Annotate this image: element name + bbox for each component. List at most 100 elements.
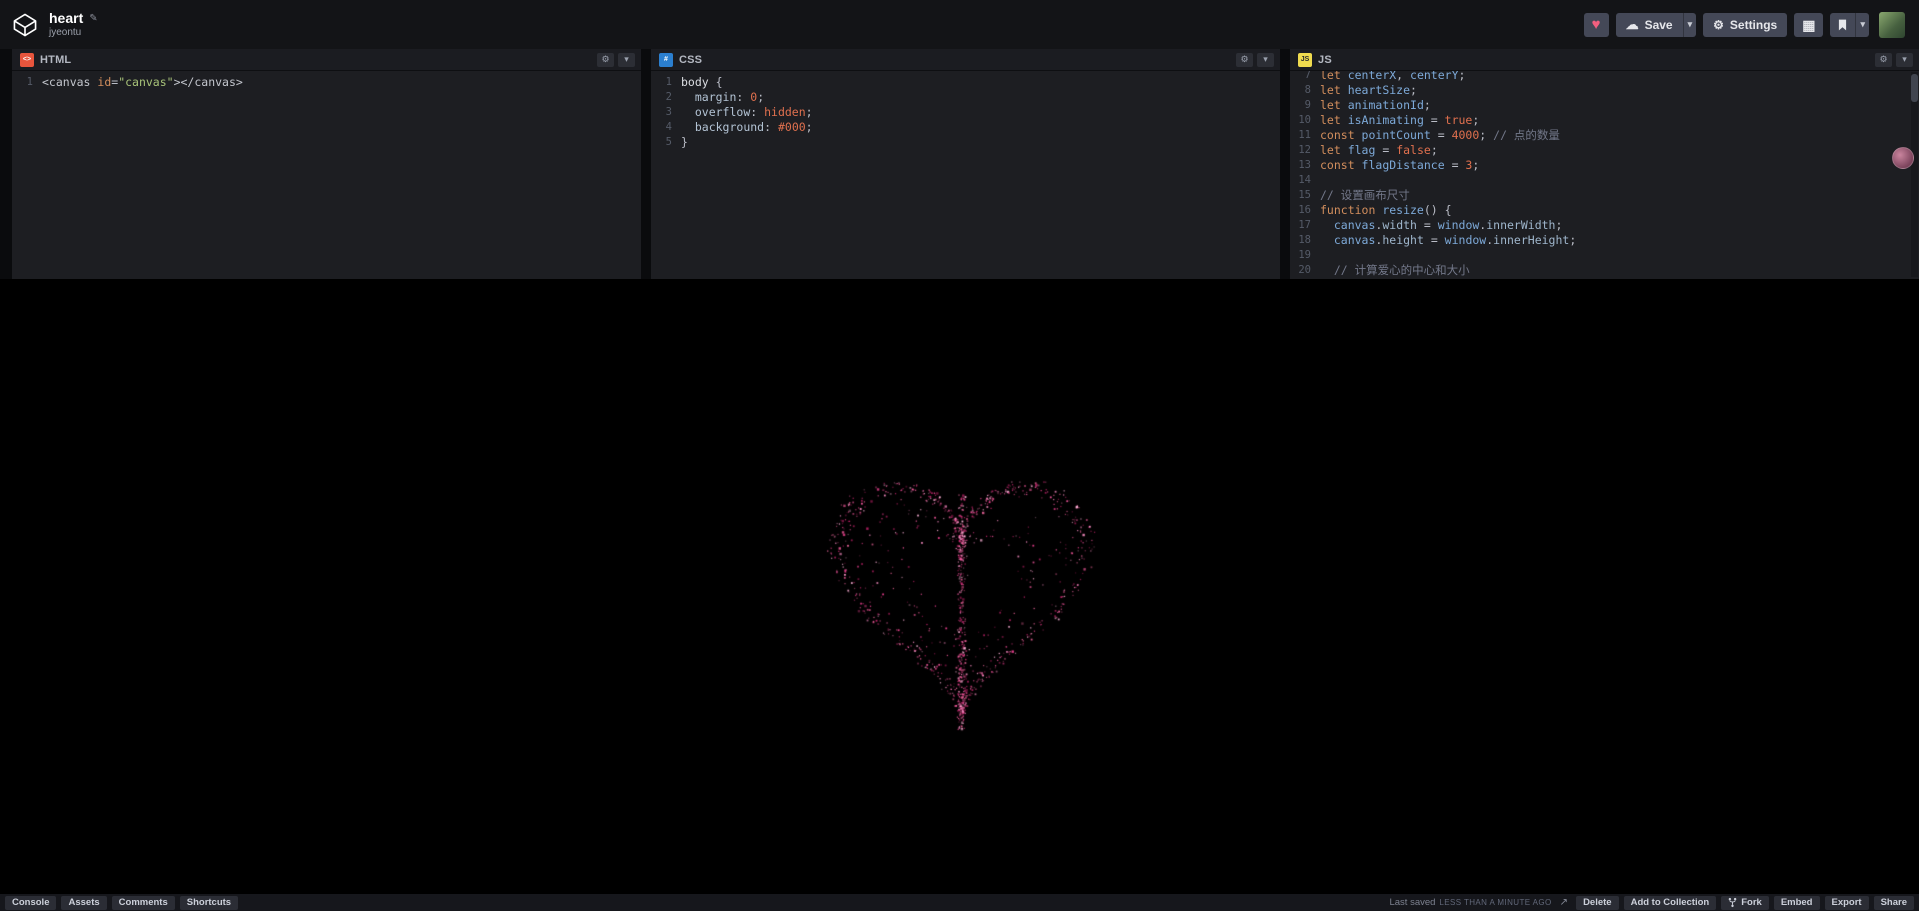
settings-label: Settings [1729,17,1778,32]
settings-button[interactable]: ⚙ Settings [1703,12,1788,37]
css-panel-title: CSS [679,53,703,66]
code-line[interactable]: canvas.height = window.innerHeight; [1320,233,1919,248]
code-line[interactable]: body { [681,75,1280,90]
code-line[interactable]: margin: 0; [681,90,1280,105]
embed-button[interactable]: Embed [1773,895,1820,910]
codepen-logo-icon[interactable] [12,12,38,38]
code-line[interactable]: const pointCount = 4000; // 点的数量 [1320,128,1919,143]
save-dropdown-button[interactable]: ▾ [1682,12,1697,37]
html-panel-actions: ⚙ ▾ [597,52,635,67]
shortcuts-button[interactable]: Shortcuts [179,895,239,910]
last-saved-label: Last saved [1389,897,1436,908]
save-button[interactable]: ☁ Save [1615,12,1683,37]
header-actions: ♥ ☁ Save ▾ ⚙ Settings ▦ ▾ [1583,11,1905,38]
preview-pane [0,279,1919,893]
line-number: 20 [1298,264,1311,276]
layout-button[interactable]: ▦ [1794,12,1824,37]
line-number: 10 [1298,114,1311,126]
code-line[interactable]: let centerX, centerY; [1320,71,1919,83]
line-number: 9 [1304,99,1311,111]
line-number: 7 [1304,71,1311,81]
html-panel-title: HTML [40,53,72,66]
open-external-icon[interactable]: ↗ [1557,897,1571,908]
code-line[interactable]: overflow: hidden; [681,105,1280,120]
code-line[interactable]: // 设置画布尺寸 [1320,188,1919,203]
code-line[interactable]: function resize() { [1320,203,1919,218]
css-panel-actions: ⚙ ▾ [1236,52,1274,67]
code-line[interactable]: background: #000; [681,120,1280,135]
line-number: 13 [1298,159,1311,171]
html-collapse-button[interactable]: ▾ [618,52,635,67]
css-panel-bar: # CSS ⚙ ▾ [651,49,1280,71]
line-number: 5 [665,136,672,148]
avatar[interactable] [1879,11,1905,38]
pen-title-block: heart ✎ jyeontu [49,10,98,39]
code-line[interactable]: let heartSize; [1320,83,1919,98]
pen-author[interactable]: jyeontu [49,27,98,39]
css-code-editor[interactable]: 1 2 3 4 5 body { margin: 0; overflow: hidden;… [651,71,1280,279]
code-line[interactable]: <canvas id="canvas"></canvas> [42,75,641,90]
css-settings-button[interactable]: ⚙ [1236,52,1253,67]
last-saved-time: LESS THAN A MINUTE AGO [1439,898,1552,907]
cloud-icon: ☁ [1625,17,1639,32]
css-icon: # [659,52,673,67]
line-number: 17 [1298,219,1311,231]
add-to-collection-button[interactable]: Add to Collection [1623,895,1717,910]
fork-icon [1728,897,1737,908]
floating-widget[interactable] [1892,147,1914,169]
chevron-down-icon: ▾ [1902,54,1907,64]
gear-icon: ⚙ [1879,54,1888,64]
grid-icon: ▦ [1802,16,1816,33]
chevron-down-icon: ▾ [624,54,629,64]
line-number: 3 [665,106,672,118]
js-code-editor[interactable]: 789101112131415161718192021let centerX, … [1290,71,1919,279]
codepen-editor: heart ✎ jyeontu ♥ ☁ Save ▾ ⚙ Settings ▦ … [0,0,1919,911]
line-number: 1 [665,76,672,88]
code-line[interactable]: canvas.width = window.innerWidth; [1320,218,1919,233]
like-button[interactable]: ♥ [1583,12,1609,37]
share-button[interactable]: Share [1873,895,1914,910]
edit-title-icon[interactable]: ✎ [89,13,97,25]
js-editor-scrollbar[interactable] [1911,72,1918,277]
bookmark-button[interactable] [1830,12,1856,37]
code-line[interactable] [1320,248,1919,263]
line-number: 8 [1304,84,1311,96]
line-number: 11 [1298,129,1311,141]
chevron-down-icon: ▾ [1263,54,1268,64]
html-tab[interactable]: <> HTML [20,52,72,67]
code-line[interactable] [1320,173,1919,188]
header-left: heart ✎ jyeontu [12,10,98,39]
js-collapse-button[interactable]: ▾ [1896,52,1913,67]
line-number: 12 [1298,144,1311,156]
html-settings-button[interactable]: ⚙ [597,52,614,67]
scrollbar-thumb[interactable] [1911,74,1918,102]
bookmark-icon [1839,19,1847,30]
code-line[interactable]: let animationId; [1320,98,1919,113]
gear-icon: ⚙ [1240,54,1249,64]
bookmark-dropdown-button[interactable]: ▾ [1855,12,1869,37]
fork-label: Fork [1741,896,1762,908]
delete-button[interactable]: Delete [1576,895,1619,910]
console-button[interactable]: Console [5,895,57,910]
code-line[interactable]: } [681,135,1280,150]
comments-button[interactable]: Comments [111,895,175,910]
code-line[interactable]: // 计算爱心的中心和大小 [1320,263,1919,278]
js-settings-button[interactable]: ⚙ [1875,52,1892,67]
heart-canvas [0,279,1919,893]
js-tab[interactable]: JS JS [1298,52,1332,67]
line-number: 15 [1298,189,1311,201]
line-number: 19 [1298,249,1311,261]
fork-button[interactable]: Fork [1721,895,1769,910]
html-code-editor[interactable]: 1 <canvas id="canvas"></canvas> [12,71,641,279]
collection-split-button: ▾ [1830,12,1869,37]
pen-title: heart [49,10,84,27]
code-line[interactable]: let flag = false; [1320,143,1919,158]
export-button[interactable]: Export [1824,895,1869,910]
css-collapse-button[interactable]: ▾ [1257,52,1274,67]
code-line[interactable]: const flagDistance = 3; [1320,158,1919,173]
code-line[interactable]: let isAnimating = true; [1320,113,1919,128]
css-tab[interactable]: # CSS [659,52,703,67]
assets-button[interactable]: Assets [61,895,107,910]
save-split-button: ☁ Save ▾ [1615,12,1697,37]
gear-icon: ⚙ [601,54,610,64]
